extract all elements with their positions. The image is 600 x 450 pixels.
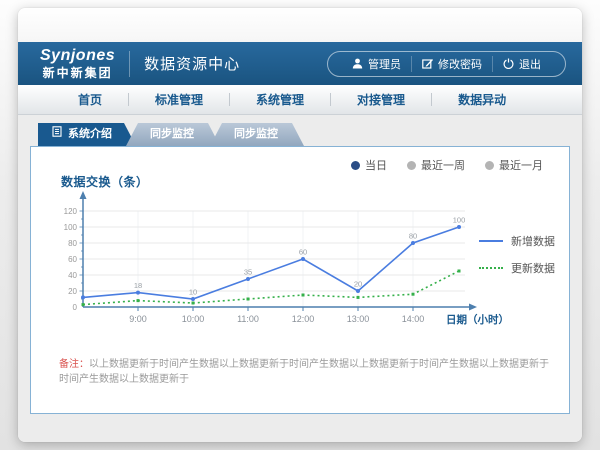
svg-text:11:00: 11:00 bbox=[237, 314, 259, 324]
logo-text-cn: 新中新集团 bbox=[40, 67, 115, 79]
user-menu-admin-label: 管理员 bbox=[368, 56, 401, 72]
svg-text:13:00: 13:00 bbox=[347, 314, 370, 324]
tab-system-intro-label: 系统介绍 bbox=[68, 123, 112, 146]
svg-text:14:00: 14:00 bbox=[402, 314, 425, 324]
svg-text:12:00: 12:00 bbox=[292, 314, 315, 324]
nav-item-data-change[interactable]: 数据异动 bbox=[432, 91, 532, 108]
tab-sync-monitor-2[interactable]: 同步监控 bbox=[210, 123, 304, 146]
chart-panel: 当日 最近一周 最近一月 数据交换（条） 0 20 40 60 80 100 120 9:00… bbox=[30, 146, 570, 414]
app-window: Synjones 新中新集团 数据资源中心 管理员 修改密码 bbox=[18, 8, 582, 442]
svg-text:100: 100 bbox=[64, 223, 78, 232]
svg-text:80: 80 bbox=[68, 239, 77, 248]
document-icon bbox=[52, 123, 62, 146]
filter-last-month[interactable]: 最近一月 bbox=[485, 157, 543, 173]
user-menu-admin[interactable]: 管理员 bbox=[342, 56, 411, 72]
nav-item-system-management[interactable]: 系统管理 bbox=[230, 91, 330, 108]
svg-text:80: 80 bbox=[409, 232, 417, 241]
content-area: 系统介绍 同步监控 同步监控 当日 最近一周 最近一月 数据交 bbox=[18, 115, 582, 442]
legend-line-solid-icon bbox=[479, 240, 503, 242]
nav-item-standard-management[interactable]: 标准管理 bbox=[129, 91, 229, 108]
filter-last-month-label: 最近一月 bbox=[499, 157, 543, 173]
tab-sync-monitor-1[interactable]: 同步监控 bbox=[126, 123, 220, 146]
tab-system-intro[interactable]: 系统介绍 bbox=[38, 123, 136, 146]
legend-item-new-data: 新增数据 bbox=[479, 233, 555, 249]
edit-icon bbox=[422, 58, 433, 69]
legend-line-dotted-icon bbox=[479, 267, 503, 269]
svg-text:35: 35 bbox=[244, 268, 252, 277]
legend-new-data-label: 新增数据 bbox=[511, 233, 555, 249]
radio-dot-icon bbox=[485, 161, 494, 170]
svg-text:9:00: 9:00 bbox=[129, 314, 147, 324]
svg-text:日期（小时）: 日期（小时） bbox=[446, 313, 509, 326]
svg-text:60: 60 bbox=[68, 255, 77, 264]
svg-text:60: 60 bbox=[299, 248, 307, 257]
radio-dot-icon bbox=[351, 161, 360, 170]
svg-text:100: 100 bbox=[453, 216, 466, 225]
svg-text:10: 10 bbox=[189, 288, 197, 297]
user-icon bbox=[352, 58, 363, 69]
svg-text:18: 18 bbox=[134, 281, 142, 290]
legend-updated-data-label: 更新数据 bbox=[511, 260, 555, 276]
power-icon bbox=[503, 58, 514, 69]
user-menu-change-password-label: 修改密码 bbox=[438, 56, 482, 72]
page-title: 数据资源中心 bbox=[144, 53, 240, 74]
chart-legend: 新增数据 更新数据 bbox=[479, 233, 555, 287]
main-nav: 首页 标准管理 系统管理 对接管理 数据异动 bbox=[18, 85, 582, 115]
line-chart: 0 20 40 60 80 100 120 9:00 10:00 11:00 12:00 13:00 1… bbox=[53, 189, 513, 341]
footnote-text: 以上数据更新于时间产生数据以上数据更新于时间产生数据以上数据更新于时间产生数据以… bbox=[59, 359, 549, 385]
logo-text-en: Synjones bbox=[40, 48, 115, 64]
filter-today-label: 当日 bbox=[365, 157, 387, 173]
footnote-label: 备注： bbox=[59, 359, 89, 370]
filter-today[interactable]: 当日 bbox=[351, 157, 387, 173]
svg-text:20: 20 bbox=[68, 287, 77, 296]
svg-text:40: 40 bbox=[68, 271, 77, 280]
tab-bar: 系统介绍 同步监控 同步监控 bbox=[38, 123, 304, 146]
time-range-filter: 当日 最近一周 最近一月 bbox=[351, 157, 543, 173]
footnote: 备注：以上数据更新于时间产生数据以上数据更新于时间产生数据以上数据更新于时间产生… bbox=[59, 357, 553, 387]
nav-item-interface-management[interactable]: 对接管理 bbox=[331, 91, 431, 108]
user-menu: 管理员 修改密码 退出 bbox=[327, 51, 566, 77]
svg-text:120: 120 bbox=[64, 207, 78, 216]
svg-text:10:00: 10:00 bbox=[182, 314, 205, 324]
window-top-strip bbox=[18, 8, 582, 42]
user-menu-change-password[interactable]: 修改密码 bbox=[411, 56, 492, 72]
legend-item-updated-data: 更新数据 bbox=[479, 260, 555, 276]
user-menu-logout-label: 退出 bbox=[519, 56, 541, 72]
user-menu-logout[interactable]: 退出 bbox=[492, 56, 551, 72]
svg-text:0: 0 bbox=[73, 303, 78, 312]
nav-item-home[interactable]: 首页 bbox=[52, 91, 128, 108]
filter-last-week[interactable]: 最近一周 bbox=[407, 157, 465, 173]
filter-last-week-label: 最近一周 bbox=[421, 157, 465, 173]
header: Synjones 新中新集团 数据资源中心 管理员 修改密码 bbox=[18, 42, 582, 85]
svg-text:20: 20 bbox=[354, 280, 362, 289]
header-divider bbox=[129, 51, 130, 77]
chart-y-axis-title: 数据交换（条） bbox=[61, 173, 149, 190]
radio-dot-icon bbox=[407, 161, 416, 170]
logo: Synjones 新中新集团 bbox=[40, 48, 115, 79]
